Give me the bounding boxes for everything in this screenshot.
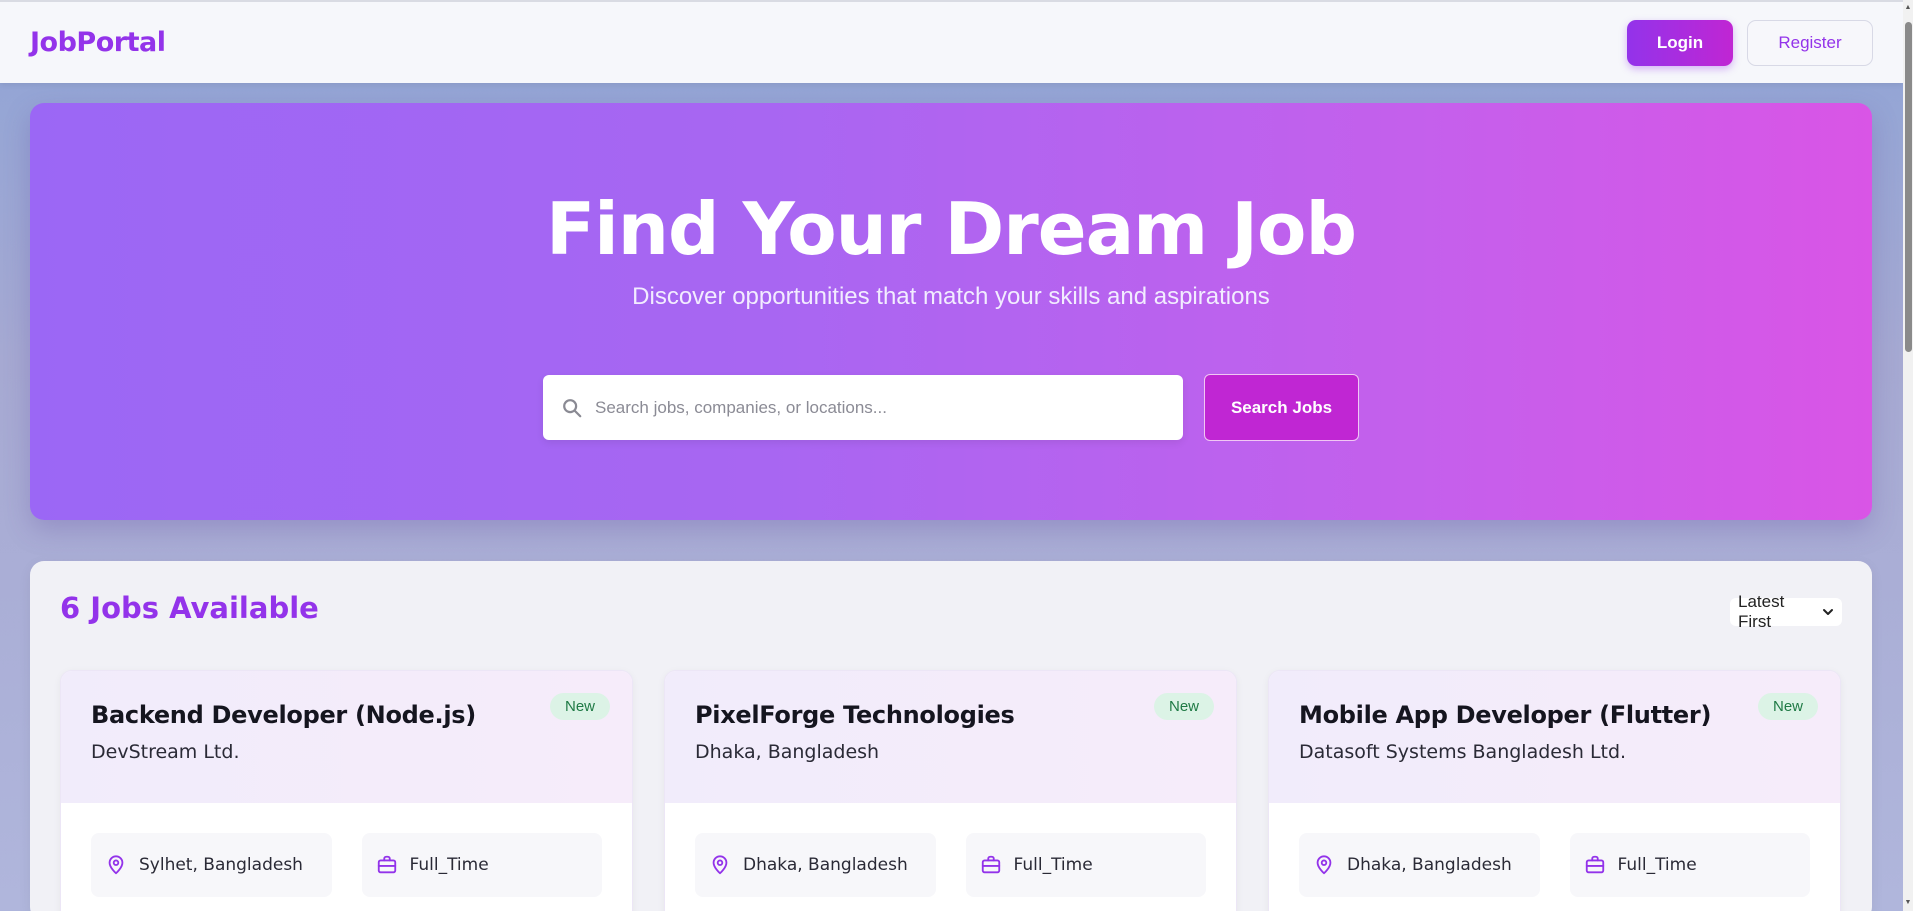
job-location-chip: Sylhet, Bangladesh	[91, 833, 332, 897]
job-company: DevStream Ltd.	[91, 741, 240, 763]
job-card[interactable]: Mobile App Developer (Flutter) Datasoft …	[1268, 670, 1841, 911]
page-scrollbar[interactable]: ▲ ▼	[1903, 0, 1913, 911]
job-card-header: Mobile App Developer (Flutter) Datasoft …	[1269, 671, 1840, 803]
map-pin-icon	[709, 854, 731, 876]
nav-actions: Login Register	[1627, 19, 1873, 66]
search-input[interactable]	[595, 397, 1165, 418]
hero-banner: Find Your Dream Job Discover opportuniti…	[30, 103, 1872, 520]
brand-logo[interactable]: JobPortal	[30, 27, 166, 58]
briefcase-icon	[980, 854, 1002, 876]
job-card[interactable]: PixelForge Technologies Dhaka, Banglades…	[664, 670, 1237, 911]
job-card-header: PixelForge Technologies Dhaka, Banglades…	[665, 671, 1236, 803]
navbar: JobPortal Login Register	[0, 0, 1903, 83]
map-pin-icon	[1313, 854, 1335, 876]
page: JobPortal Login Register Find Your Dream…	[0, 0, 1903, 911]
search-box	[543, 375, 1183, 440]
job-location: Dhaka, Bangladesh	[1347, 855, 1512, 875]
job-type-chip: Full_Time	[965, 833, 1206, 897]
sort-select[interactable]: Latest First	[1730, 592, 1842, 631]
job-card-details: Dhaka, Bangladesh Full_Time	[665, 803, 1236, 897]
new-badge: New	[1757, 693, 1818, 720]
job-type: Full_Time	[1013, 855, 1093, 875]
job-card-details: Sylhet, Bangladesh Full_Time	[61, 803, 632, 897]
login-button[interactable]: Login	[1627, 19, 1733, 66]
sort-select-value: Latest First	[1738, 592, 1785, 631]
jobs-panel: 6 Jobs Available Latest First Backend De…	[30, 561, 1872, 911]
register-button[interactable]: Register	[1747, 19, 1873, 66]
job-location-chip: Dhaka, Bangladesh	[695, 833, 936, 897]
new-badge: New	[1153, 693, 1214, 720]
job-type: Full_Time	[409, 855, 489, 875]
job-title[interactable]: Mobile App Developer (Flutter)	[1299, 701, 1810, 729]
scrollbar-thumb[interactable]	[1905, 22, 1912, 352]
new-badge: New	[549, 693, 610, 720]
job-title[interactable]: Backend Developer (Node.js)	[91, 701, 602, 729]
search-icon	[561, 397, 583, 419]
map-pin-icon	[105, 854, 127, 876]
chevron-down-icon	[1822, 606, 1834, 618]
job-type: Full_Time	[1617, 855, 1697, 875]
hero-subtitle: Discover opportunities that match your s…	[632, 283, 1270, 310]
job-card[interactable]: Backend Developer (Node.js) DevStream Lt…	[60, 670, 633, 911]
job-type-chip: Full_Time	[361, 833, 602, 897]
job-company: Datasoft Systems Bangladesh Ltd.	[1299, 741, 1627, 763]
scroll-down-arrow-icon[interactable]: ▼	[1904, 899, 1912, 907]
job-location-chip: Dhaka, Bangladesh	[1299, 833, 1540, 897]
job-location: Sylhet, Bangladesh	[139, 855, 303, 875]
hero-title: Find Your Dream Job	[545, 187, 1357, 271]
job-company: Dhaka, Bangladesh	[695, 741, 880, 763]
search-jobs-button[interactable]: Search Jobs	[1204, 374, 1359, 441]
job-card-details: Dhaka, Bangladesh Full_Time	[1269, 803, 1840, 897]
briefcase-icon	[376, 854, 398, 876]
job-card-header: Backend Developer (Node.js) DevStream Lt…	[61, 671, 632, 803]
scroll-up-arrow-icon[interactable]: ▲	[1904, 4, 1912, 12]
job-title[interactable]: PixelForge Technologies	[695, 701, 1206, 729]
job-location: Dhaka, Bangladesh	[743, 855, 908, 875]
job-type-chip: Full_Time	[1569, 833, 1810, 897]
jobs-count-heading: 6 Jobs Available	[60, 591, 319, 625]
briefcase-icon	[1584, 854, 1606, 876]
